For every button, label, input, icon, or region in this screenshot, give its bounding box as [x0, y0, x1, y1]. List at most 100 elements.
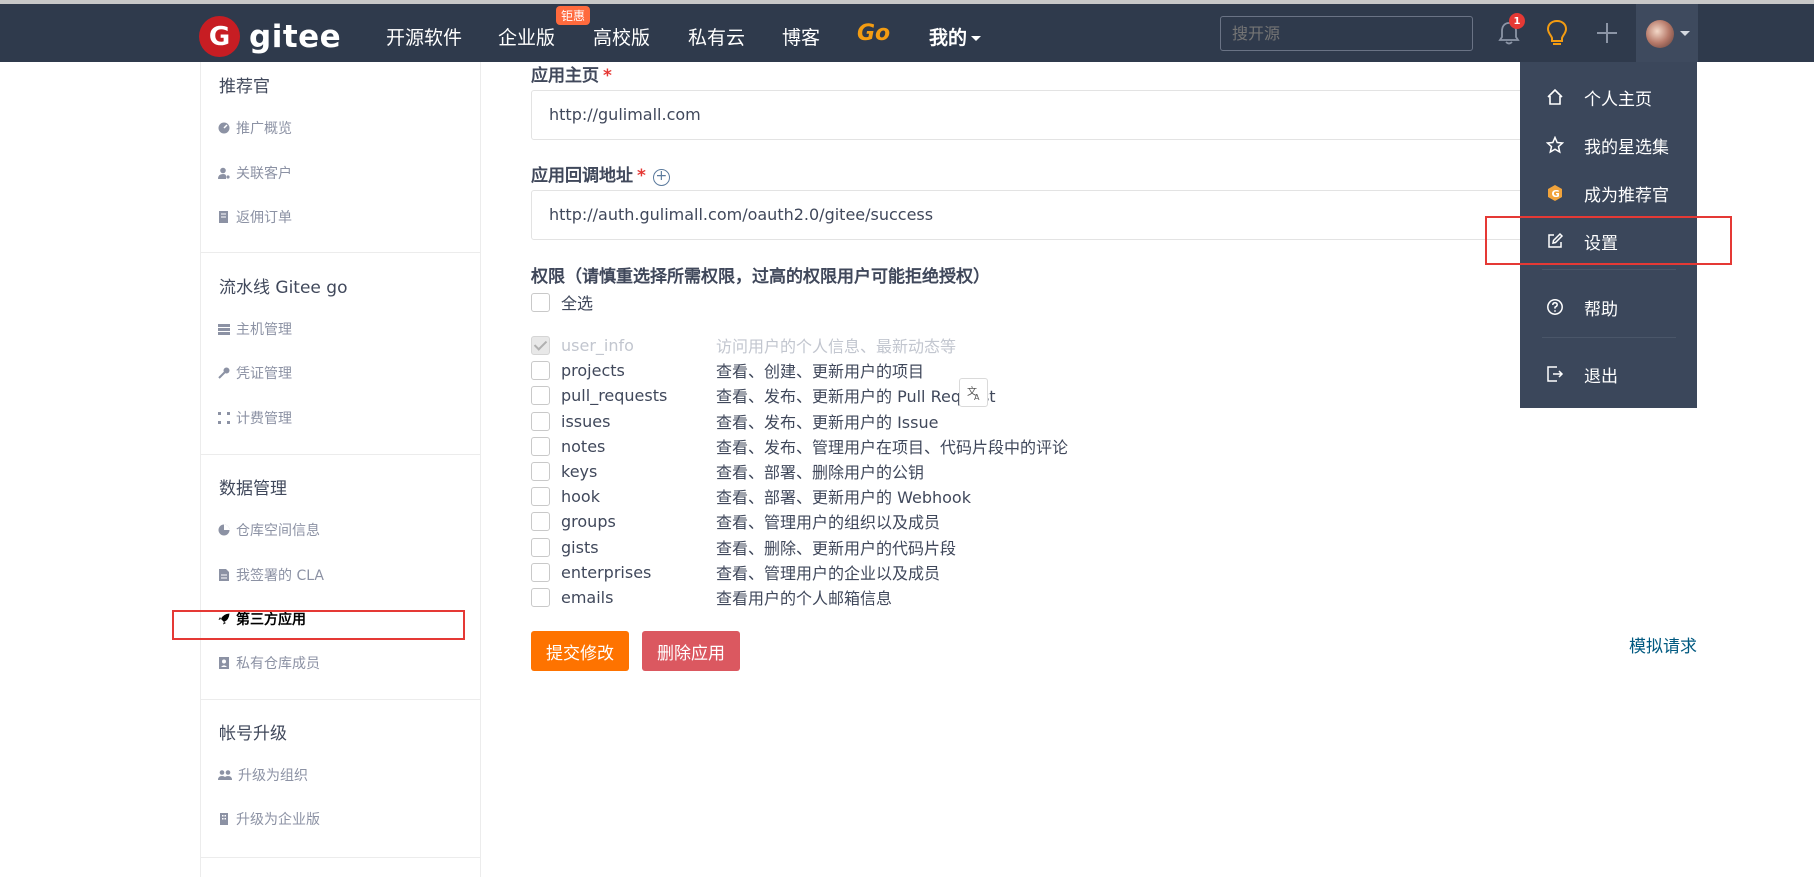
translate-icon[interactable]: 文A [959, 378, 988, 407]
menu-item-starred[interactable]: 我的星选集 [1520, 125, 1697, 165]
sidebar-item-label: 关联客户 [236, 166, 292, 182]
sidebar-item-label: 返佣订单 [236, 210, 292, 226]
callback-label: 应用回调地址 * + [531, 161, 670, 186]
homepage-input[interactable]: http://gulimall.com [531, 90, 1531, 140]
permission-name: emails [561, 587, 614, 607]
homepage-label: 应用主页 * [531, 61, 612, 86]
sidebar-divider [201, 699, 481, 700]
home-icon [1547, 88, 1563, 105]
gitee-logo[interactable]: G gitee [199, 16, 341, 57]
chevron-down-icon [1680, 31, 1690, 36]
permission-checkbox[interactable] [531, 411, 550, 431]
menu-item-profile[interactable]: 个人主页 [1520, 77, 1697, 117]
permission-checkbox[interactable] [531, 385, 550, 405]
submit-button[interactable]: 提交修改 [531, 631, 629, 671]
delete-app-button[interactable]: 删除应用 [642, 631, 740, 671]
permission-row[interactable]: emails 查看用户的个人邮箱信息 [531, 585, 892, 609]
menu-divider [1542, 269, 1676, 270]
menu-item-label: 个人主页 [1584, 89, 1652, 110]
highlight-box-settings [1485, 216, 1732, 265]
help-icon [1547, 299, 1563, 315]
search-input[interactable] [1220, 16, 1473, 51]
star-icon [1546, 136, 1564, 154]
permission-checkbox[interactable] [531, 461, 550, 481]
gitee-logo-text: gitee [249, 18, 342, 55]
sidebar-item-credential-management[interactable]: 凭证管理 [218, 363, 292, 383]
translate-glyph: 文A [967, 385, 980, 401]
nav-enterprise[interactable]: 企业版 [498, 23, 555, 50]
permission-description: 查看、发布、更新用户的 Issue [716, 413, 939, 432]
sidebar-item-promotion-overview[interactable]: 推广概览 [218, 118, 292, 138]
sidebar-item-billing-management[interactable]: 计费管理 [218, 408, 292, 428]
menu-item-become-recommender[interactable]: G 成为推荐官 [1520, 173, 1697, 213]
permission-checkbox[interactable] [531, 486, 550, 506]
sidebar-item-upgrade-enterprise[interactable]: 升级为企业版 [218, 809, 320, 829]
sidebar-section-title: 推荐官 [219, 77, 270, 97]
permission-row[interactable]: pull_requests 查看、发布、更新用户的 Pull Request [531, 383, 996, 407]
menu-item-label: 成为推荐官 [1584, 185, 1669, 206]
sidebar-item-host-management[interactable]: 主机管理 [218, 319, 292, 339]
nav-private-cloud[interactable]: 私有云 [688, 23, 745, 50]
permission-description: 查看、部署、删除用户的公钥 [716, 463, 925, 482]
permission-row[interactable]: groups 查看、管理用户的组织以及成员 [531, 509, 940, 533]
permission-name: keys [561, 461, 598, 481]
menu-item-label: 我的星选集 [1584, 137, 1669, 158]
permission-row[interactable]: hook 查看、部署、更新用户的 Webhook [531, 484, 971, 508]
permission-checkbox[interactable] [531, 562, 550, 582]
sidebar-divider [201, 454, 481, 455]
checkbox[interactable] [531, 292, 550, 312]
permission-description: 查看用户的个人邮箱信息 [716, 589, 893, 608]
menu-divider [1542, 337, 1676, 338]
permission-row[interactable]: enterprises 查看、管理用户的企业以及成员 [531, 560, 940, 584]
permission-checkbox[interactable] [531, 360, 550, 380]
sidebar-item-label: 升级为组织 [238, 768, 308, 784]
add-callback-icon[interactable]: + [652, 169, 670, 186]
sidebar-item-upgrade-organization[interactable]: 升级为组织 [218, 765, 308, 785]
sidebar-item-commission-orders[interactable]: 返佣订单 [218, 207, 292, 227]
permission-row[interactable]: notes 查看、发布、管理用户在项目、代码片段中的评论 [531, 434, 1068, 458]
permission-name: projects [561, 360, 625, 380]
permission-checkbox[interactable] [531, 537, 550, 557]
nav-blog[interactable]: 博客 [782, 23, 820, 50]
permission-description: 查看、部署、更新用户的 Webhook [716, 488, 971, 507]
permission-checkbox[interactable] [531, 436, 550, 456]
sidebar-item-signed-cla[interactable]: 我签署的 CLA [218, 565, 324, 585]
sidebar-section-title: 流水线 Gitee go [219, 278, 348, 298]
permission-name: pull_requests [561, 385, 668, 405]
permission-description: 查看、发布、更新用户的 Pull Request [716, 387, 996, 406]
permission-row[interactable]: gists 查看、删除、更新用户的代码片段 [531, 535, 956, 559]
select-all-checkbox[interactable]: 全选 [531, 290, 593, 314]
lightbulb-icon[interactable] [1543, 17, 1571, 49]
sidebar-item-label: 升级为企业版 [236, 812, 320, 828]
sidebar-item-private-repo-members[interactable]: 私有仓库成员 [218, 653, 320, 673]
sidebar-item-linked-customers[interactable]: 关联客户 [218, 163, 292, 183]
sidebar-section-title: 帐号升级 [219, 724, 287, 744]
permission-row[interactable]: user_info 访问用户的个人信息、最新动态等 [531, 333, 956, 357]
permission-checkbox[interactable] [531, 511, 550, 531]
menu-item-logout[interactable]: 退出 [1520, 354, 1697, 394]
permission-row[interactable]: issues 查看、发布、更新用户的 Issue [531, 409, 938, 433]
permission-checkbox[interactable] [531, 587, 550, 607]
sidebar-item-label: 我签署的 CLA [236, 568, 324, 584]
required-mark: * [603, 66, 612, 86]
user-menu-toggle[interactable] [1636, 4, 1698, 62]
avatar [1646, 20, 1674, 48]
recommender-badge-icon: G [1548, 185, 1562, 201]
callback-label-text: 应用回调地址 [531, 166, 633, 186]
nav-open-source[interactable]: 开源软件 [386, 23, 462, 50]
permission-row[interactable]: keys 查看、部署、删除用户的公钥 [531, 459, 924, 483]
permission-checkbox [531, 335, 550, 355]
permission-name: enterprises [561, 562, 652, 582]
nav-mine-label: 我的 [929, 27, 968, 49]
simulate-request-link[interactable]: 模拟请求 [1629, 632, 1697, 657]
permission-row[interactable]: projects 查看、创建、更新用户的项目 [531, 358, 924, 382]
menu-item-label: 帮助 [1584, 299, 1618, 320]
menu-item-help[interactable]: 帮助 [1520, 287, 1697, 327]
plus-icon[interactable] [1592, 18, 1622, 48]
callback-url-input[interactable]: http://auth.gulimall.com/oauth2.0/gitee/… [531, 190, 1531, 240]
nav-university[interactable]: 高校版 [593, 23, 650, 50]
permission-name: issues [561, 411, 611, 431]
sidebar-item-repo-space-info[interactable]: 仓库空间信息 [218, 520, 320, 540]
nav-mine[interactable]: 我的 [929, 23, 982, 50]
nav-gitee-go[interactable]: Go [857, 21, 890, 46]
